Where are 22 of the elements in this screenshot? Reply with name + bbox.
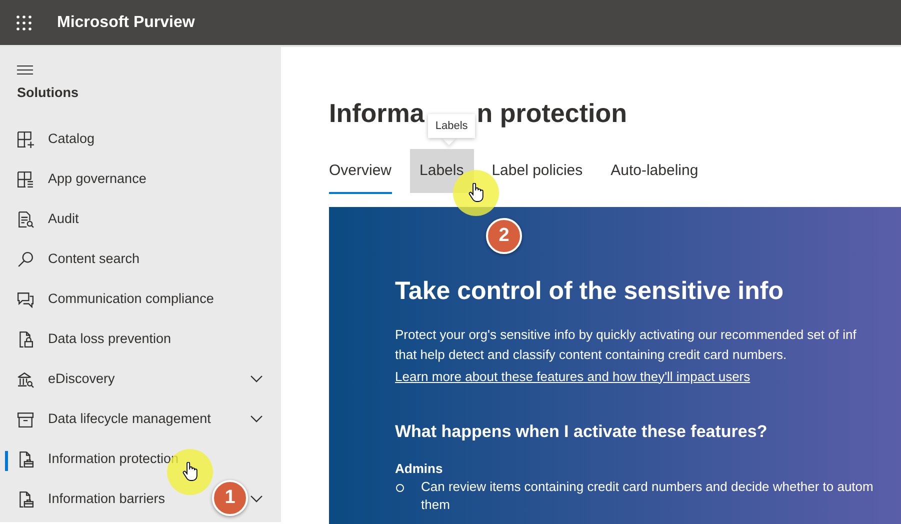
sidebar-item[interactable]: Communication compliance [48, 289, 214, 310]
tab[interactable]: Overview [319, 149, 402, 193]
tooltip: Labels [428, 114, 475, 138]
sidebar-item[interactable]: Data loss prevention [48, 329, 172, 350]
banner-description: Protect your org's sensitive info by quickly activating our recommended set of inf that help detect and classify content containing credit card numbers. [395, 326, 858, 364]
page-title: n protection [476, 97, 627, 129]
sidebar-item[interactable]: Catalog [48, 129, 95, 150]
sidebar-item[interactable]: App governance [48, 169, 146, 190]
banner-title: Take control of the sensitive info [395, 276, 784, 307]
learn-more-link[interactable]: Learn more about these features and how they'll impact users [395, 366, 750, 386]
sidebar-item[interactable]: Data lifecycle management [48, 409, 211, 430]
sidebar-heading: Solutions [17, 84, 80, 102]
sidebar-item[interactable]: Information barriers [48, 489, 166, 510]
sidebar-item[interactable]: Content search [48, 249, 140, 270]
app-title: Microsoft Purview [57, 12, 195, 32]
bullet-text: Can review items containing credit card numbers and decide whether to autom them [421, 478, 874, 514]
sidebar-item[interactable]: Audit [48, 209, 79, 230]
sidebar-item[interactable]: eDiscovery [48, 369, 115, 390]
banner-subheading: What happens when I activate these features? [395, 420, 768, 442]
page-title: Informa [329, 97, 424, 129]
group-label: Admins [395, 460, 444, 478]
tab[interactable]: Auto-labeling [600, 149, 708, 193]
